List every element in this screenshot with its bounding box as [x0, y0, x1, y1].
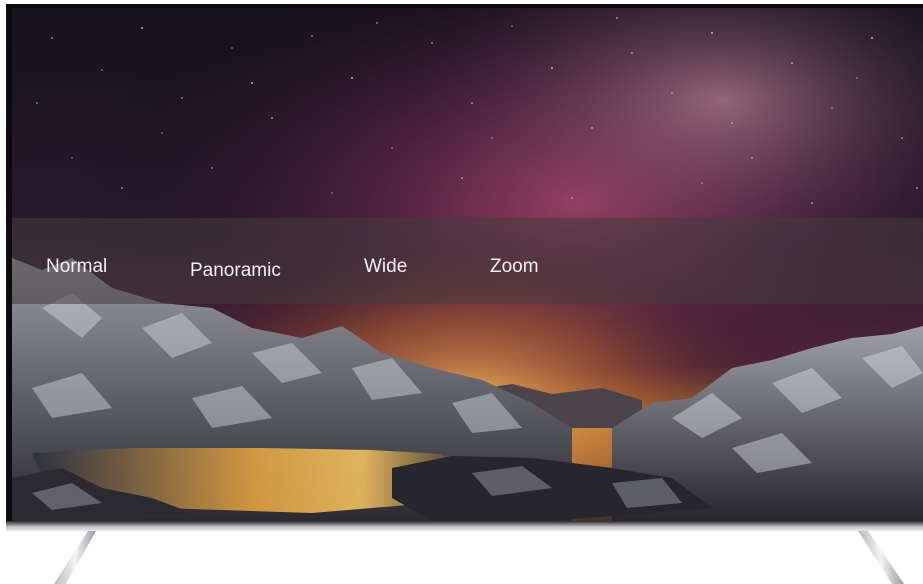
- menu-item-panoramic[interactable]: Panoramic: [190, 260, 281, 282]
- aspect-ratio-menu: Normal Panoramic Wide Zoom: [12, 218, 923, 304]
- tv-display-scene: Normal Panoramic Wide Zoom: [0, 0, 923, 584]
- tv-screen: Normal Panoramic Wide Zoom: [12, 8, 923, 521]
- menu-item-normal[interactable]: Normal: [46, 256, 107, 278]
- tv-bottom-bezel: [6, 521, 923, 531]
- stand-leg-right: [858, 531, 904, 584]
- stand-leg-left: [54, 531, 96, 584]
- menu-item-wide[interactable]: Wide: [364, 256, 407, 278]
- menu-item-zoom[interactable]: Zoom: [490, 256, 539, 278]
